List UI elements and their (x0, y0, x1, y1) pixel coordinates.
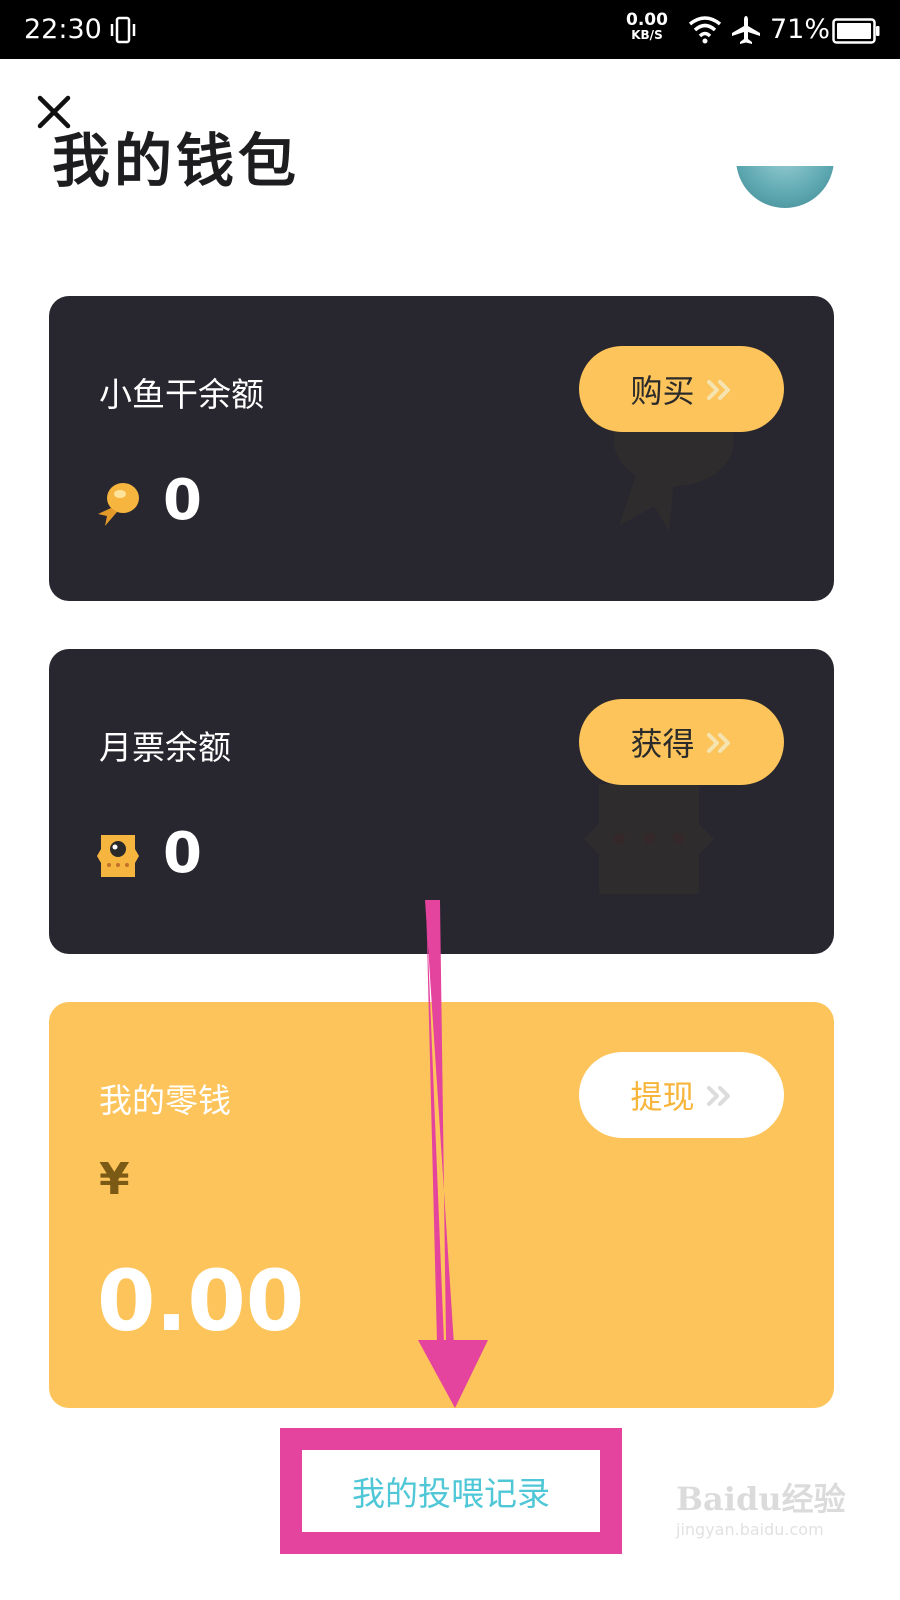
double-chevron-icon (706, 380, 730, 400)
ticket-icon (97, 835, 139, 877)
fish-balance-card: 小鱼干余额 购买 0 (49, 296, 834, 601)
feeding-record-link[interactable]: 我的投喂记录 (352, 1467, 550, 1515)
network-speed-unit: KB/S (631, 28, 663, 42)
annotation-arrow-icon (418, 900, 488, 1408)
network-speed: 0.00 KB/S (626, 12, 668, 42)
withdraw-button-label: 提现 (630, 1078, 695, 1116)
wifi-icon (688, 16, 722, 44)
page-title-text: 我的钱包 (52, 130, 301, 190)
status-time: 22:30 (24, 14, 102, 45)
obtain-button-label: 获得 (630, 725, 695, 763)
close-button[interactable] (34, 92, 74, 132)
double-chevron-icon (706, 733, 730, 753)
battery-percent: 71% (770, 14, 831, 45)
change-balance-amount: 0.00 (97, 1252, 305, 1350)
ticket-balance-amount: 0 (163, 821, 202, 886)
battery-icon (832, 18, 880, 44)
change-balance-label: 我的零钱 (99, 1081, 231, 1120)
airplane-mode-icon (732, 16, 760, 44)
fish-coin-icon (98, 483, 139, 526)
double-chevron-icon (706, 1086, 730, 1106)
withdraw-button[interactable]: 提现 (579, 1052, 784, 1138)
ticket-balance-label: 月票余额 (99, 728, 231, 767)
buy-button-label: 购买 (630, 372, 695, 410)
fish-balance-amount: 0 (163, 468, 202, 533)
status-bar: 22:30 0.00 KB/S 71% (0, 0, 900, 59)
page-title: 我的钱包 (52, 130, 352, 190)
vibrate-icon (110, 16, 136, 44)
brand-watermark-site: jingyan.baidu.com (676, 1520, 824, 1539)
buy-button[interactable]: 购买 (579, 346, 784, 432)
feeding-record-highlight: 我的投喂记录 (280, 1428, 622, 1554)
brand-watermark-text: Baidu经验 (676, 1480, 846, 1518)
fish-balance-label: 小鱼干余额 (99, 375, 264, 414)
currency-symbol: ¥ (99, 1154, 130, 1205)
network-speed-value: 0.00 (626, 10, 668, 30)
ticket-watermark-icon (584, 784, 714, 894)
brand-watermark: Baidu经验 jingyan.baidu.com (676, 1474, 846, 1554)
header-overlay (720, 100, 850, 166)
obtain-button[interactable]: 获得 (579, 699, 784, 785)
